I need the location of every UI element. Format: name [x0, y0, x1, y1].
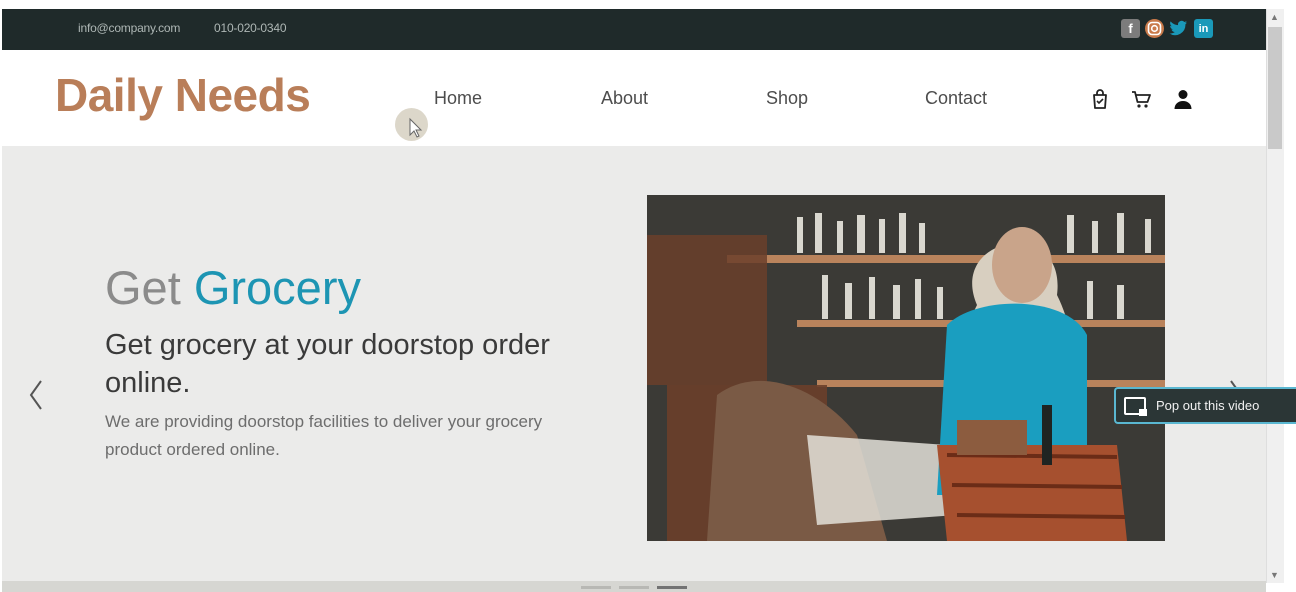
hero-carousel: Get Grocery Get grocery at your doorstop… [2, 146, 1266, 592]
nav-home[interactable]: Home [434, 88, 482, 109]
top-contact-bar: info@company.com 010-020-0340 f in [2, 9, 1266, 50]
facebook-icon[interactable]: f [1121, 19, 1140, 38]
carousel-indicator-3[interactable] [657, 586, 687, 589]
contact-phone[interactable]: 010-020-0340 [214, 21, 287, 35]
pop-out-label: Pop out this video [1156, 398, 1260, 413]
carousel-prev-arrow[interactable] [26, 378, 46, 412]
shopping-bag-icon[interactable] [1089, 88, 1111, 110]
instagram-icon[interactable] [1145, 19, 1164, 38]
hero-title-plain: Get [105, 261, 194, 314]
pop-out-icon [1124, 396, 1147, 416]
carousel-indicator-2[interactable] [619, 586, 649, 589]
scroll-down-icon[interactable]: ▼ [1270, 570, 1279, 580]
contact-email[interactable]: info@company.com [78, 21, 180, 35]
cart-icon[interactable] [1130, 88, 1152, 110]
linkedin-icon[interactable]: in [1194, 19, 1213, 38]
nav-shop[interactable]: Shop [766, 88, 808, 109]
nav-about[interactable]: About [601, 88, 648, 109]
pop-out-video-button[interactable]: Pop out this video [1114, 387, 1296, 424]
cursor-highlight [395, 108, 428, 141]
hero-title-accent: Grocery [193, 261, 361, 314]
brand-logo[interactable]: Daily Needs [55, 68, 311, 122]
page-scrollbar[interactable]: ▲ ▼ [1266, 9, 1284, 583]
browser-viewport: info@company.com 010-020-0340 f in Daily… [2, 9, 1266, 592]
twitter-icon[interactable] [1169, 19, 1188, 38]
scrollbar-thumb[interactable] [1268, 27, 1282, 149]
hero-subtitle: Get grocery at your doorstop order onlin… [105, 329, 550, 399]
hero-title: Get Grocery [105, 260, 361, 315]
hero-image-grocery-woman [647, 195, 1165, 541]
hero-description: We are providing doorstop facilities to … [105, 412, 543, 459]
nav-contact[interactable]: Contact [925, 88, 987, 109]
scroll-up-icon[interactable]: ▲ [1270, 12, 1279, 22]
carousel-indicator-1[interactable] [581, 586, 611, 589]
site-header: Daily Needs Home About Shop Contact [2, 50, 1266, 146]
carousel-indicators [2, 581, 1266, 592]
user-icon[interactable] [1172, 88, 1194, 110]
